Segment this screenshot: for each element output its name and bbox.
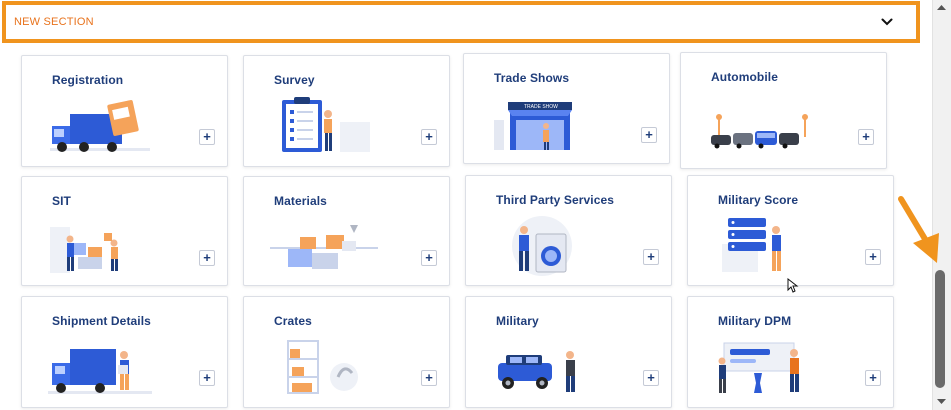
mouse-cursor-icon	[787, 278, 799, 293]
add-military-button[interactable]: +	[643, 370, 659, 386]
add-trade-shows-button[interactable]: +	[641, 127, 657, 143]
add-registration-button[interactable]: +	[199, 129, 215, 145]
svg-text:TRADE SHOW: TRADE SHOW	[524, 104, 558, 110]
jeep-illustration	[498, 351, 575, 392]
checklist-illustration	[722, 218, 781, 272]
card-title: Military DPM	[718, 314, 792, 328]
boxes-illustration	[270, 225, 378, 269]
card-military[interactable]: Military +	[465, 296, 672, 408]
card-title: Military	[496, 314, 539, 328]
card-shipment-details[interactable]: Shipment Details +	[21, 296, 228, 408]
washing-machine-illustration	[512, 216, 572, 276]
annotation-arrow-icon	[898, 196, 939, 263]
card-title: Shipment Details	[52, 314, 151, 328]
add-sit-button[interactable]: +	[199, 250, 215, 266]
card-materials[interactable]: Materials +	[243, 176, 450, 286]
section-title: NEW SECTION	[14, 16, 94, 28]
add-survey-button[interactable]: +	[421, 129, 437, 145]
scrollbar-thumb[interactable]	[935, 270, 945, 388]
card-title: Third Party Services	[496, 193, 615, 207]
cars-illustration	[711, 114, 808, 149]
scroll-down-icon[interactable]	[936, 398, 947, 406]
card-automobile[interactable]: Automobile +	[680, 52, 887, 169]
section-header[interactable]: NEW SECTION	[2, 1, 920, 43]
truck-illustration	[50, 100, 150, 152]
booth-illustration: TRADE SHOW	[494, 102, 572, 150]
crates-illustration	[287, 340, 358, 394]
card-sit[interactable]: SIT +	[21, 176, 228, 286]
card-military-score[interactable]: Military Score +	[687, 175, 894, 286]
scroll-up-icon[interactable]	[936, 3, 947, 11]
add-third-party-services-button[interactable]: +	[643, 249, 659, 265]
add-military-dpm-button[interactable]: +	[865, 370, 881, 386]
add-crates-button[interactable]: +	[421, 370, 437, 386]
card-title: Materials	[274, 194, 327, 208]
chevron-down-icon[interactable]	[880, 15, 894, 29]
card-title: Registration	[52, 73, 124, 87]
add-military-score-button[interactable]: +	[865, 249, 881, 265]
card-title: Military Score	[718, 193, 799, 207]
warehouse-illustration	[50, 227, 118, 273]
card-title: Crates	[274, 314, 312, 328]
add-shipment-details-button[interactable]: +	[199, 370, 215, 386]
card-title: Trade Shows	[494, 71, 570, 85]
card-title: Automobile	[711, 70, 778, 84]
card-trade-shows[interactable]: Trade Shows TRADE SHOW +	[463, 53, 670, 164]
card-title: SIT	[52, 194, 71, 208]
card-crates[interactable]: Crates +	[243, 296, 450, 408]
card-military-dpm[interactable]: Military DPM +	[687, 296, 894, 408]
delivery-truck-illustration	[48, 349, 152, 394]
card-registration[interactable]: Registration +	[21, 55, 228, 167]
card-survey[interactable]: Survey +	[243, 55, 450, 167]
card-third-party-services[interactable]: Third Party Services +	[465, 175, 672, 286]
add-materials-button[interactable]: +	[421, 250, 437, 266]
presentation-illustration	[718, 342, 799, 393]
card-title: Survey	[274, 73, 315, 87]
clipboard-illustration	[282, 97, 370, 152]
card-grid: Registration + Survey + Trade Shows TRAD…	[0, 44, 932, 410]
add-automobile-button[interactable]: +	[858, 129, 874, 145]
